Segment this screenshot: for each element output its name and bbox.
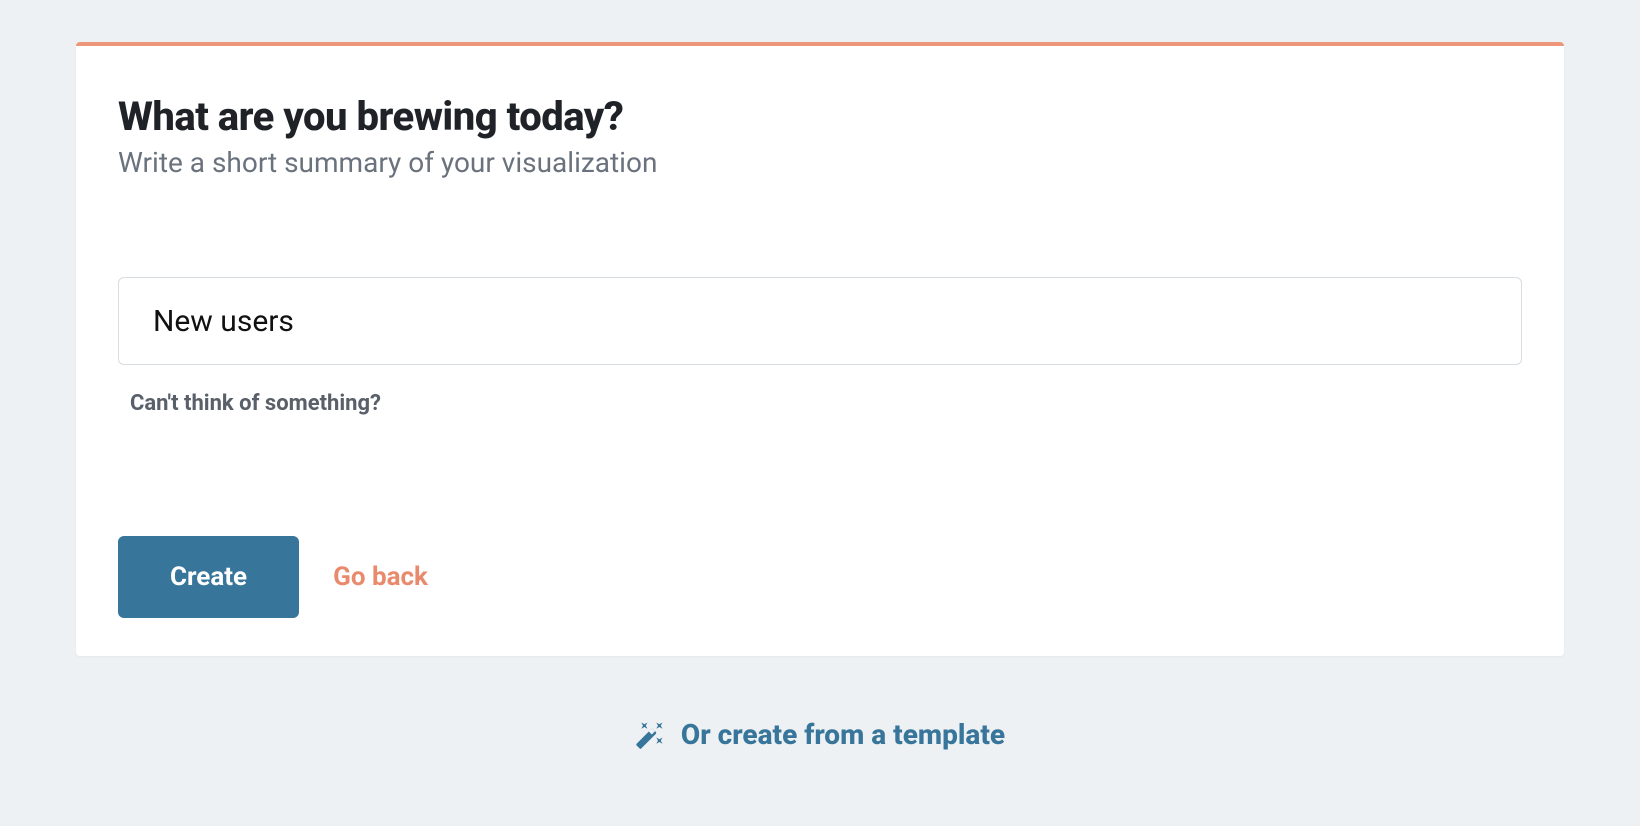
summary-input[interactable]: [118, 277, 1522, 365]
create-button[interactable]: Create: [118, 536, 299, 618]
card-subtitle: Write a short summary of your visualizat…: [118, 146, 1522, 179]
summary-input-wrap: [118, 277, 1522, 365]
create-from-template-link[interactable]: Or create from a template: [681, 718, 1005, 751]
suggestion-hint[interactable]: Can't think of something?: [118, 391, 1522, 416]
create-visualization-card: What are you brewing today? Write a shor…: [76, 42, 1564, 656]
template-link-row: Or create from a template: [76, 718, 1564, 751]
magic-wand-icon: [635, 720, 665, 750]
go-back-button[interactable]: Go back: [333, 562, 428, 592]
card-title: What are you brewing today?: [118, 94, 1522, 140]
action-row: Create Go back: [118, 536, 1522, 618]
